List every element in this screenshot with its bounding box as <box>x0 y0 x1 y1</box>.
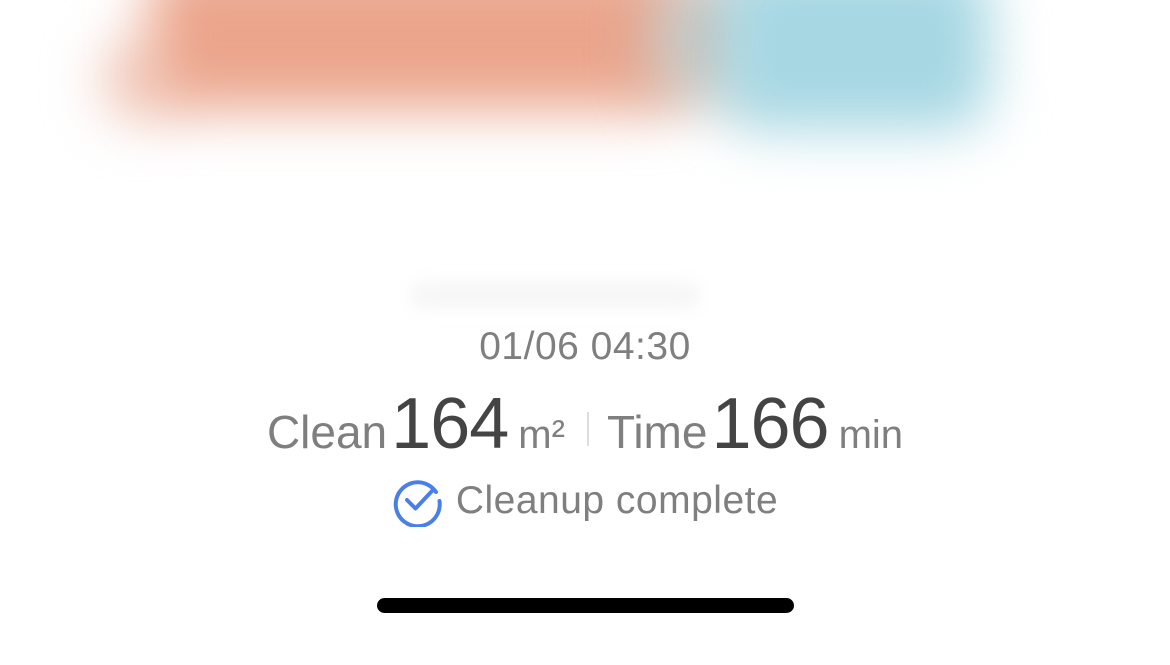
faded-overlay-strip <box>410 282 700 308</box>
stats-divider <box>586 412 589 446</box>
clean-area-label: Clean <box>266 406 388 458</box>
clean-area-value: 164 <box>391 384 509 464</box>
check-circle-icon <box>392 475 444 527</box>
clean-area-unit: m² <box>518 413 565 457</box>
clean-time-label: Time <box>606 406 708 458</box>
cleaning-map-preview[interactable] <box>0 0 1170 190</box>
cleaning-stats-row: Clean 164 m² Time 166 min <box>0 383 1170 464</box>
cleanup-status: Cleanup complete <box>0 475 1170 527</box>
home-indicator-bar[interactable] <box>377 598 794 613</box>
clean-time-value: 166 <box>711 384 829 464</box>
cleanup-status-text: Cleanup complete <box>455 479 779 522</box>
map-room-orange <box>150 0 690 110</box>
clean-time-unit: min <box>838 413 904 457</box>
map-room-blue <box>720 0 990 130</box>
record-datetime: 01/06 04:30 <box>479 325 691 368</box>
